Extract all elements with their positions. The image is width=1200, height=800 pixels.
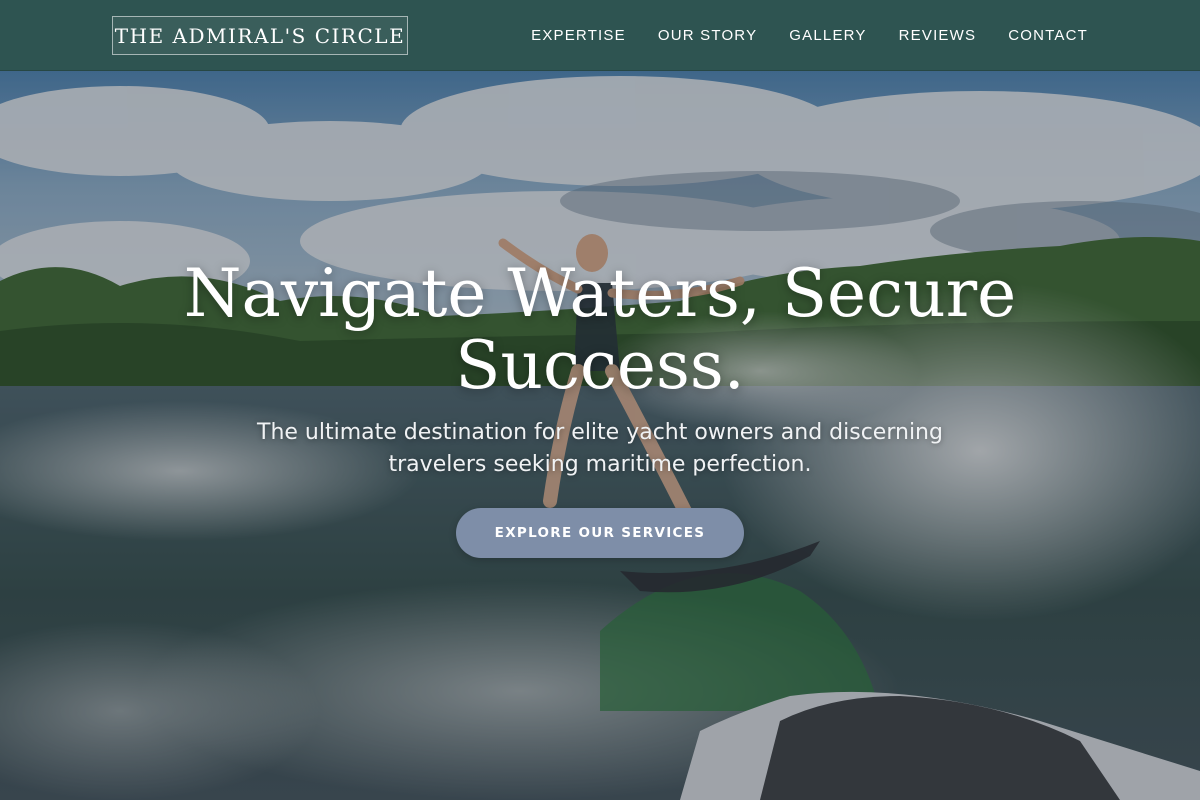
site-header: THE ADMIRAL'S CIRCLE EXPERTISE OUR STORY… <box>0 0 1200 71</box>
nav-link-expertise[interactable]: EXPERTISE <box>531 27 626 44</box>
hero-title: Navigate Waters, Secure Success. <box>183 255 1017 404</box>
main-nav: EXPERTISE OUR STORY GALLERY REVIEWS CONT… <box>531 0 1088 71</box>
nav-link-our-story[interactable]: OUR STORY <box>658 27 757 44</box>
nav-link-contact[interactable]: CONTACT <box>1008 27 1088 44</box>
nav-link-gallery[interactable]: GALLERY <box>789 27 866 44</box>
nav-link-reviews[interactable]: REVIEWS <box>899 27 977 44</box>
explore-services-button[interactable]: EXPLORE OUR SERVICES <box>456 508 744 558</box>
hero-subtitle: The ultimate destination for elite yacht… <box>257 420 943 477</box>
site-logo[interactable]: THE ADMIRAL'S CIRCLE <box>112 16 408 55</box>
